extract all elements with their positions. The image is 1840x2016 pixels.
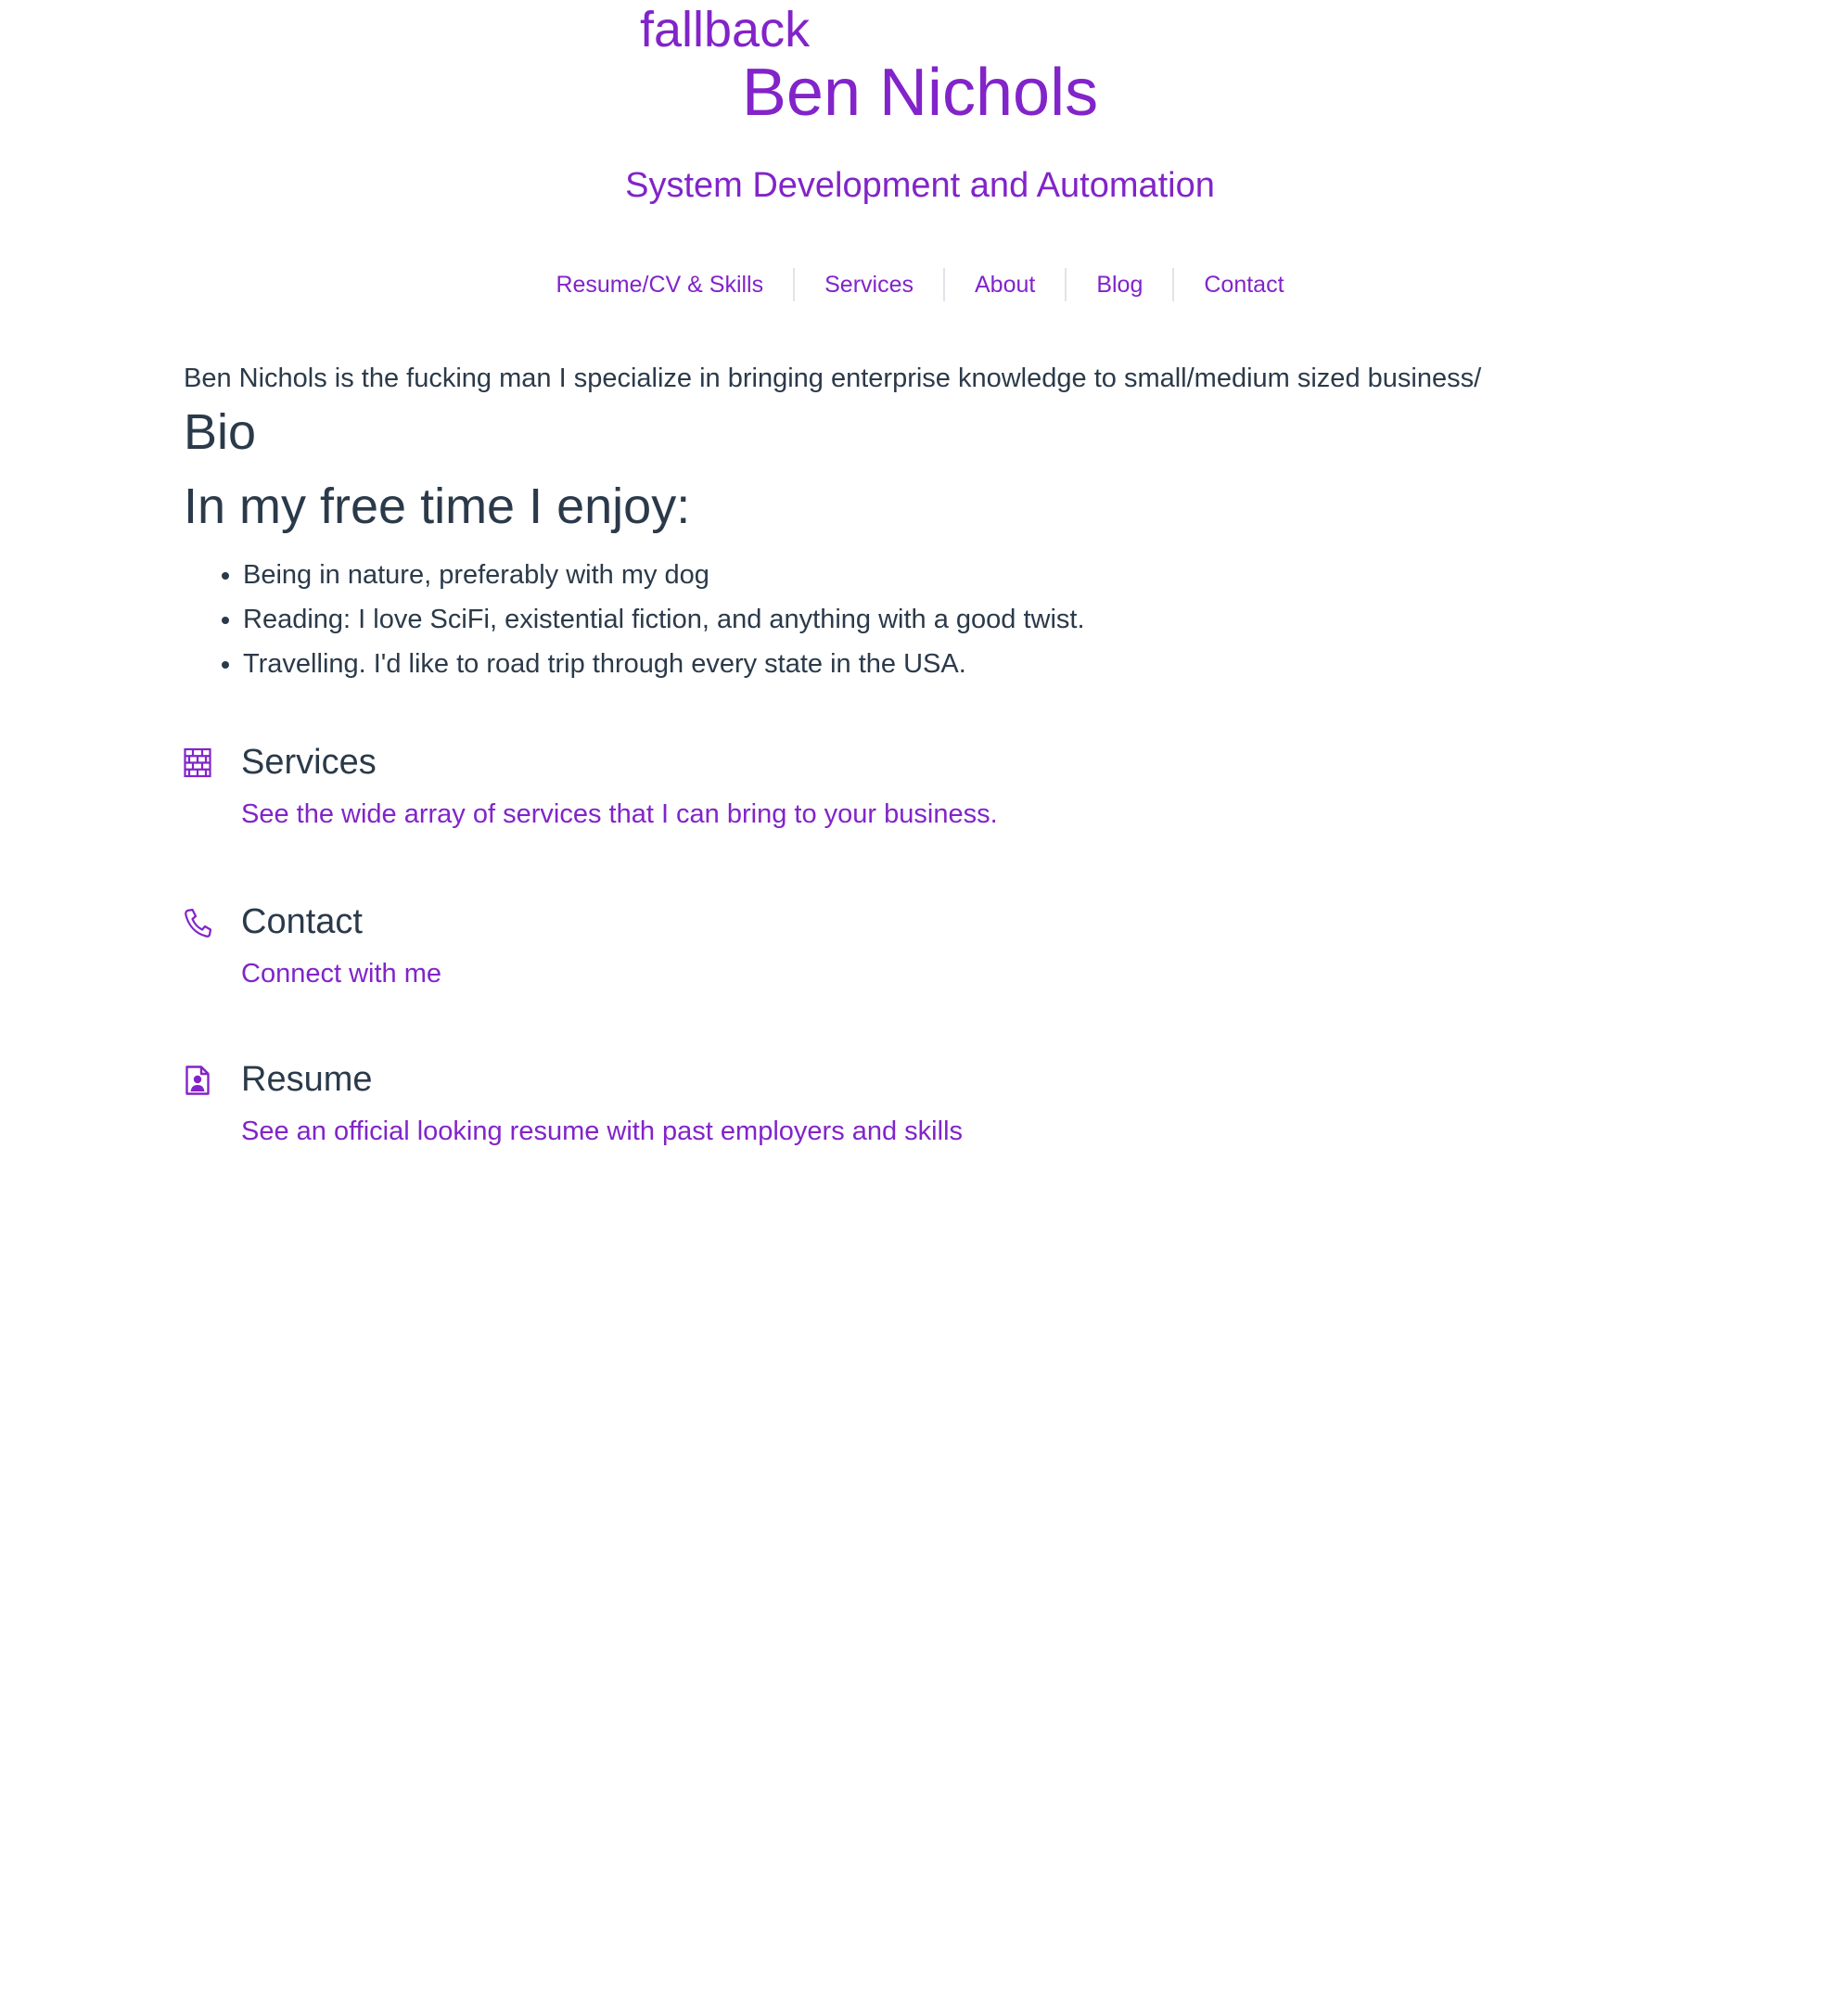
contact-link[interactable]: Connect with me <box>241 955 441 992</box>
site-title[interactable]: Ben Nichols <box>0 54 1840 132</box>
feature-title: Resume <box>241 1060 373 1099</box>
nav-item-contact[interactable]: Contact <box>1174 267 1313 302</box>
services-link[interactable]: See the wide array of services that I ca… <box>241 796 998 833</box>
bio-heading: Bio <box>184 404 257 460</box>
nav-item-about[interactable]: About <box>945 267 1065 302</box>
resume-link[interactable]: See an official looking resume with past… <box>241 1113 963 1150</box>
feature-title: Services <box>241 743 377 782</box>
hobbies-list: Being in nature, preferably with my dog … <box>184 553 1085 686</box>
page: fallback Ben Nichols System Development … <box>0 0 1840 2016</box>
free-time-heading: In my free time I enjoy: <box>184 478 691 534</box>
resume-document-icon <box>184 1065 211 1096</box>
fallback-text: fallback <box>640 2 811 57</box>
list-item: Travelling. I'd like to road trip throug… <box>243 642 1085 686</box>
list-item: Reading: I love SciFi, existential ficti… <box>243 597 1085 642</box>
feature-title: Contact <box>241 902 363 941</box>
nav-item-blog[interactable]: Blog <box>1067 267 1172 302</box>
phone-icon <box>184 907 212 938</box>
nav-item-services[interactable]: Services <box>795 267 943 302</box>
brick-wall-icon <box>184 747 211 779</box>
intro-text: Ben Nichols is the fucking man I special… <box>184 364 1482 393</box>
main-nav: Resume/CV & Skills Services About Blog C… <box>0 267 1840 302</box>
list-item: Being in nature, preferably with my dog <box>243 553 1085 597</box>
nav-item-resume[interactable]: Resume/CV & Skills <box>526 267 793 302</box>
site-subtitle: System Development and Automation <box>625 166 1215 205</box>
